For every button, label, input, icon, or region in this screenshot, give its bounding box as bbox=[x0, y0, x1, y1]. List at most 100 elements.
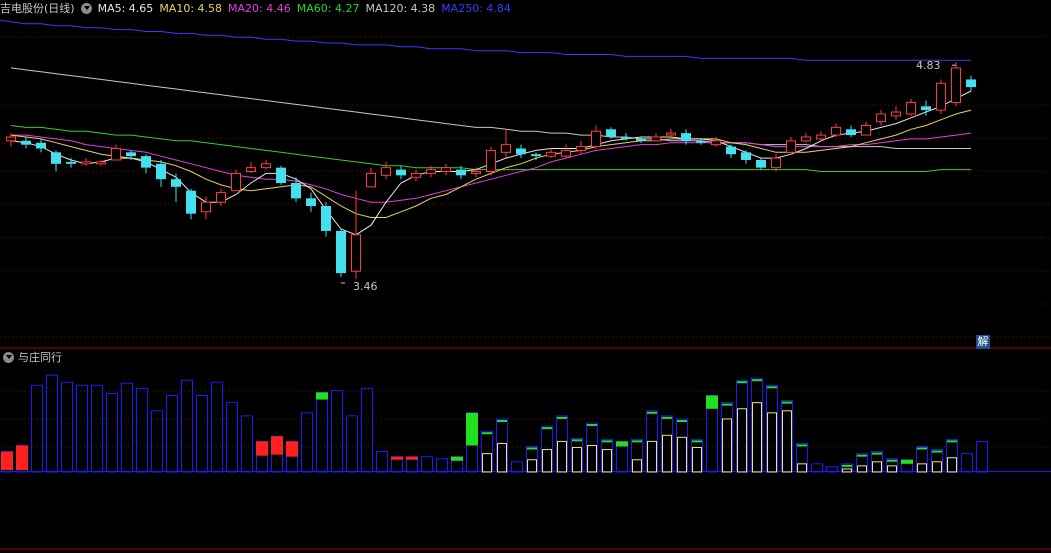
ind-bar-inner-45 bbox=[677, 436, 687, 473]
ind-bar-inner-32 bbox=[482, 453, 492, 473]
ind-bar-25 bbox=[376, 451, 388, 473]
ind-bar-inner-44 bbox=[662, 434, 672, 473]
candle-body-18 bbox=[276, 167, 286, 183]
candle-body-20 bbox=[306, 198, 316, 207]
ind-bar-cap-39 bbox=[587, 424, 597, 427]
candle-body-53 bbox=[801, 136, 811, 142]
candle-body-34 bbox=[516, 148, 526, 155]
ind-bar-cap-49 bbox=[737, 381, 747, 384]
ind-bar-13 bbox=[196, 395, 208, 473]
candle-body-42 bbox=[636, 138, 646, 141]
ind-bar-inner-38 bbox=[572, 447, 582, 473]
ind-bar-inner-35 bbox=[527, 459, 537, 473]
ind-bar-cap-52 bbox=[782, 401, 792, 404]
ind-bar-cap-35 bbox=[527, 447, 537, 450]
ind-bar-9 bbox=[136, 387, 148, 473]
ind-bar-24 bbox=[361, 387, 373, 473]
ma20-label: MA20: 4.46 bbox=[228, 2, 291, 15]
ind-bar-fill-41 bbox=[616, 441, 628, 447]
ma250-label: MA250: 4.84 bbox=[441, 2, 511, 15]
ind-bar-33 bbox=[496, 418, 508, 473]
ma60-label: MA60: 4.27 bbox=[296, 2, 360, 15]
ind-bar-63 bbox=[946, 438, 958, 473]
candle-body-64 bbox=[966, 79, 976, 88]
ind-bar-cap-56 bbox=[842, 464, 852, 467]
ind-bar-3 bbox=[46, 374, 58, 473]
candle-body-28 bbox=[426, 169, 436, 174]
candle-body-23 bbox=[351, 234, 361, 272]
candle-body-61 bbox=[921, 106, 931, 111]
dropdown-icon[interactable] bbox=[80, 2, 92, 14]
ind-bar-fill-31 bbox=[466, 412, 478, 446]
ind-bar-48 bbox=[721, 402, 733, 473]
ind-bar-inner-52 bbox=[782, 410, 792, 473]
jie-badge[interactable]: 解 bbox=[976, 335, 990, 349]
candle-body-39 bbox=[591, 130, 601, 148]
ind-bar-cap-61 bbox=[917, 447, 927, 450]
candle-body-6 bbox=[96, 161, 106, 165]
chart-header: 吉电股份(日线) MA5: 4.65 MA10: 4.58 MA20: 4.46 MA6… bbox=[0, 0, 1051, 18]
ind-bar-44 bbox=[661, 415, 673, 473]
indicator-header: 与庄同行 bbox=[0, 350, 62, 366]
candle-body-14 bbox=[216, 192, 226, 203]
candle-body-32 bbox=[486, 149, 496, 172]
ind-bar-37 bbox=[556, 415, 568, 473]
indicator-dropdown-icon[interactable] bbox=[3, 351, 14, 363]
ind-bar-inner-37 bbox=[557, 440, 567, 473]
ind-bar-inner-42 bbox=[632, 459, 642, 473]
candle-body-27 bbox=[411, 172, 421, 178]
ind-bar-fill-26 bbox=[391, 456, 403, 460]
candle-body-11 bbox=[171, 179, 181, 187]
candle-body-16 bbox=[246, 167, 256, 172]
ind-bar-cap-43 bbox=[647, 411, 657, 414]
candle-body-30 bbox=[456, 169, 466, 176]
ind-bar-42 bbox=[631, 438, 643, 473]
ind-bar-11 bbox=[166, 395, 178, 473]
ind-bar-cap-51 bbox=[767, 386, 777, 389]
candle-body-25 bbox=[381, 167, 391, 176]
ind-bar-fill-30 bbox=[451, 456, 463, 461]
ind-bar-5 bbox=[76, 384, 88, 473]
kline-chart[interactable]: 4.83 3.46 bbox=[0, 0, 1051, 553]
candle-body-21 bbox=[321, 206, 331, 231]
ind-bar-39 bbox=[586, 422, 598, 473]
ind-bar-inner-49 bbox=[737, 408, 747, 473]
ind-bar-fill-1 bbox=[16, 445, 28, 470]
candle-body-63 bbox=[951, 67, 961, 103]
ind-bar-cap-58 bbox=[872, 452, 882, 455]
ind-bar-cap-62 bbox=[932, 450, 942, 453]
ind-bar-36 bbox=[541, 425, 553, 473]
ind-bar-cap-50 bbox=[752, 379, 762, 382]
candle-body-37 bbox=[561, 149, 571, 157]
ind-bar-62 bbox=[931, 449, 943, 473]
ma120-line bbox=[10, 67, 971, 149]
ind-bar-cap-48 bbox=[722, 403, 732, 406]
candle-body-54 bbox=[816, 134, 826, 140]
ind-bar-inner-62 bbox=[932, 461, 942, 473]
candle-body-13 bbox=[201, 201, 211, 213]
candle-body-7 bbox=[111, 147, 121, 161]
ma120-label: MA120: 4.38 bbox=[365, 2, 436, 15]
ind-bar-28 bbox=[421, 456, 433, 473]
ind-bar-fill-47 bbox=[706, 395, 718, 409]
candle-body-58 bbox=[876, 113, 886, 123]
ind-bar-cap-38 bbox=[572, 439, 582, 442]
ind-bar-6 bbox=[91, 384, 103, 473]
candle-body-1 bbox=[21, 140, 31, 145]
ind-bar-65 bbox=[976, 440, 988, 473]
ind-bar-45 bbox=[676, 418, 688, 473]
stock-name: 吉电股份(日线) bbox=[0, 2, 75, 15]
ma250-line bbox=[0, 19, 971, 61]
ind-bar-cap-32 bbox=[482, 432, 492, 435]
candle-body-60 bbox=[906, 101, 916, 115]
candle-body-46 bbox=[696, 140, 706, 143]
candle-body-12 bbox=[186, 190, 196, 214]
ind-bar-cap-40 bbox=[602, 440, 612, 443]
ind-bar-40 bbox=[601, 438, 613, 473]
ind-bar-cap-63 bbox=[947, 440, 957, 443]
candle-body-26 bbox=[396, 169, 406, 176]
ind-bar-cap-53 bbox=[797, 444, 807, 447]
candle-body-41 bbox=[621, 136, 631, 139]
candle-body-17 bbox=[261, 163, 271, 169]
ind-bar-14 bbox=[211, 381, 223, 473]
